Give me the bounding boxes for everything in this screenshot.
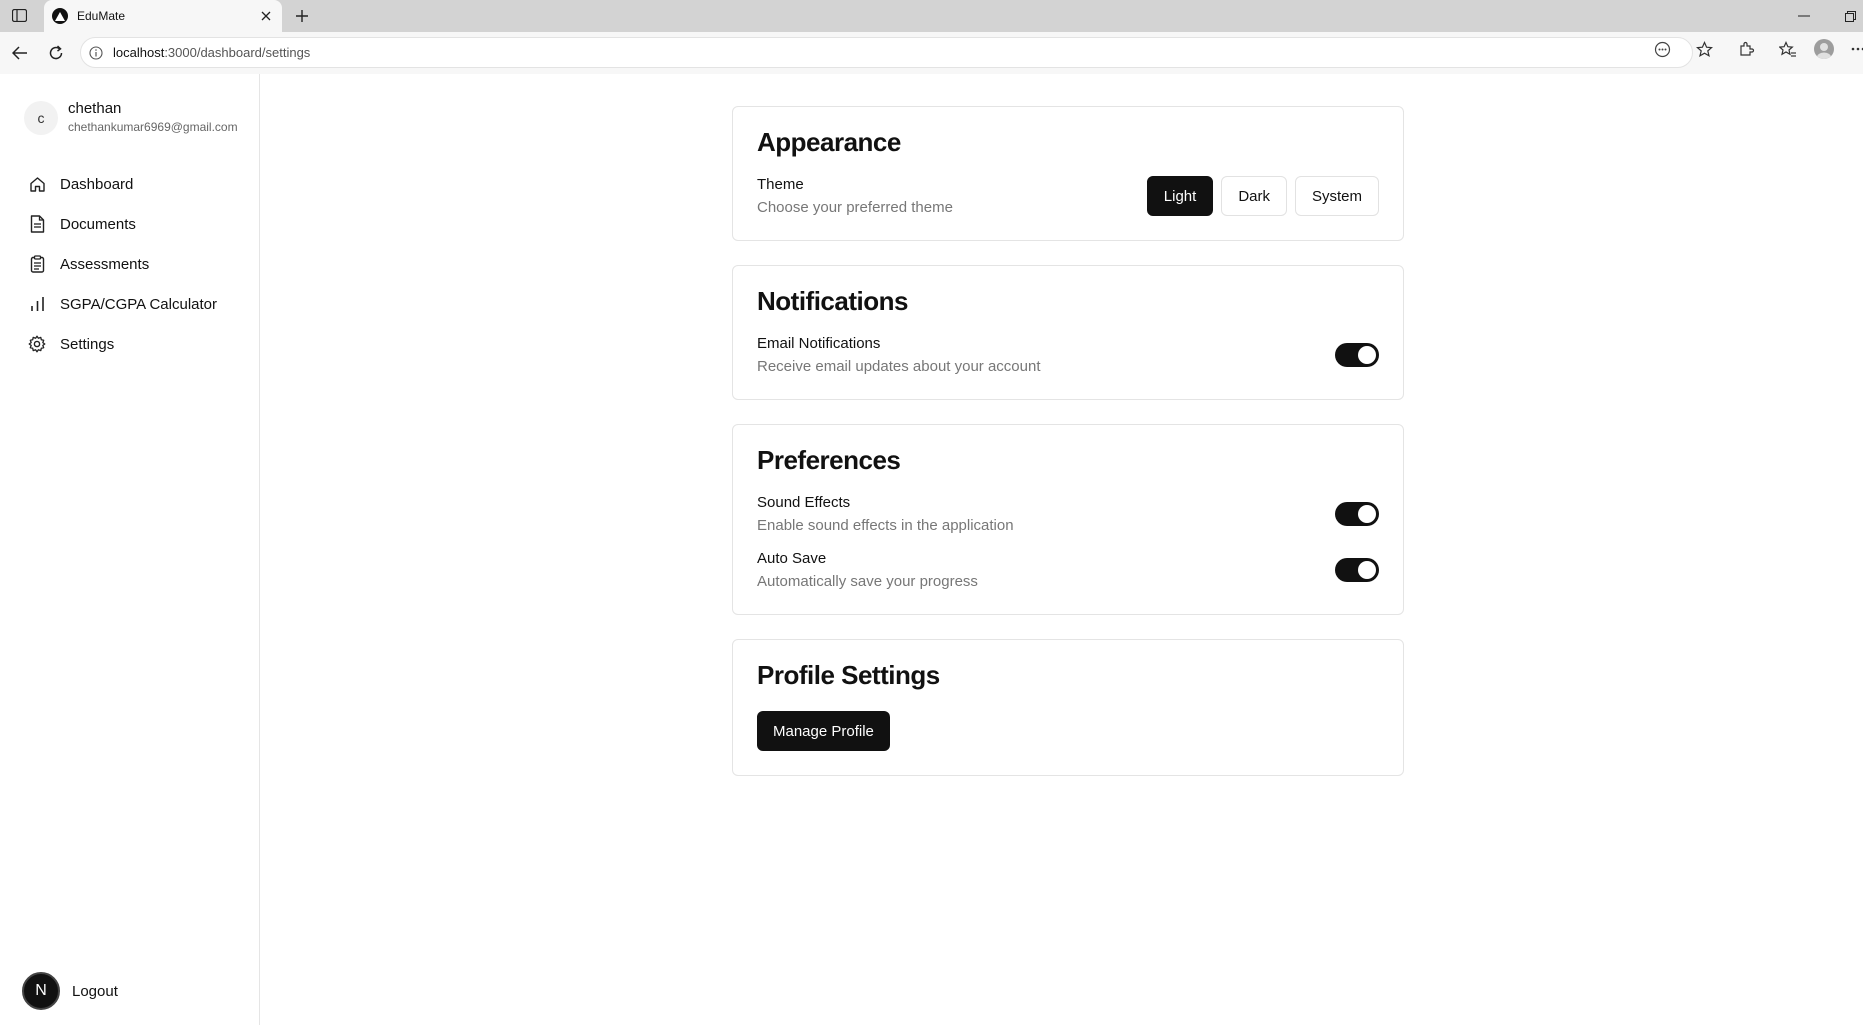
back-arrow-icon[interactable] — [10, 43, 30, 63]
appearance-card: Appearance Theme Choose your preferred t… — [732, 106, 1404, 241]
sound-effects-description: Enable sound effects in the application — [757, 517, 1014, 534]
auto-save-toggle[interactable] — [1335, 558, 1379, 582]
reader-mode-icon[interactable] — [1652, 39, 1672, 59]
auto-save-label: Auto Save — [757, 550, 827, 567]
bar-chart-icon — [28, 295, 46, 313]
sidebar-item-label: Settings — [60, 335, 115, 353]
email-notifications-description: Receive email updates about your account — [757, 358, 1041, 375]
sidebar-item-documents[interactable]: Documents — [22, 204, 252, 244]
user-name: chethan — [68, 100, 122, 117]
sidebar-item-label: Assessments — [60, 255, 150, 273]
profile-settings-title: Profile Settings — [757, 660, 940, 690]
sidebar-item-settings[interactable]: Settings — [22, 324, 252, 364]
settings-content: Appearance Theme Choose your preferred t… — [732, 106, 1404, 800]
sidebar-item-assessments[interactable]: Assessments — [22, 244, 252, 284]
auto-save-description: Automatically save your progress — [757, 573, 978, 590]
more-options-icon[interactable] — [1848, 39, 1863, 59]
url-host: localhost — [113, 45, 165, 60]
extensions-icon[interactable] — [1736, 39, 1756, 59]
new-tab-plus-icon[interactable] — [292, 6, 312, 26]
theme-selector: Light Dark System — [1146, 176, 1379, 216]
theme-dark-button[interactable]: Dark — [1221, 176, 1287, 216]
minimize-icon[interactable] — [1794, 6, 1814, 26]
clipboard-icon — [28, 255, 46, 273]
app-root: c chethan chethankumar6969@gmail.com Das… — [0, 74, 1863, 1025]
theme-label: Theme — [757, 176, 804, 193]
document-icon — [28, 215, 46, 233]
toggle-knob — [1358, 505, 1376, 523]
browser-address-bar: localhost:3000/dashboard/settings — [0, 32, 1863, 74]
favorites-list-icon[interactable] — [1778, 39, 1798, 59]
email-notifications-label: Email Notifications — [757, 335, 881, 352]
favorite-star-icon[interactable] — [1694, 39, 1714, 59]
theme-description: Choose your preferred theme — [757, 199, 953, 216]
reload-icon[interactable] — [46, 43, 66, 63]
sound-effects-label: Sound Effects — [757, 494, 851, 511]
sidebar-item-dashboard[interactable]: Dashboard — [22, 164, 252, 204]
gear-icon — [28, 335, 46, 353]
toggle-knob — [1358, 346, 1376, 364]
home-icon — [28, 175, 46, 193]
close-icon[interactable] — [256, 6, 276, 26]
manage-profile-button[interactable]: Manage Profile — [757, 711, 890, 751]
appearance-title: Appearance — [757, 127, 901, 157]
url-input[interactable]: localhost:3000/dashboard/settings — [80, 37, 1693, 68]
browser-tab[interactable]: EduMate — [44, 0, 282, 32]
sidebar: c chethan chethankumar6969@gmail.com Das… — [4, 74, 260, 1025]
tab-title: EduMate — [77, 9, 126, 23]
user-card: c chethan chethankumar6969@gmail.com — [24, 96, 238, 135]
profile-settings-card: Profile Settings Manage Profile — [732, 639, 1404, 776]
sidebar-nav: Dashboard Documents Assessments SGPA/CGP… — [22, 164, 252, 364]
url-text: localhost:3000/dashboard/settings — [113, 45, 310, 60]
logout-button[interactable]: N Logout — [22, 972, 118, 1010]
browser-tab-bar: EduMate — [0, 0, 1863, 32]
sidebar-item-label: Dashboard — [60, 175, 134, 193]
sound-effects-toggle[interactable] — [1335, 502, 1379, 526]
edumate-favicon-icon — [52, 8, 68, 24]
profile-avatar-icon[interactable] — [1814, 39, 1834, 59]
preferences-card: Preferences Sound Effects Enable sound e… — [732, 424, 1404, 615]
email-notifications-toggle[interactable] — [1335, 343, 1379, 367]
sidebar-item-label: Documents — [60, 215, 136, 233]
preferences-title: Preferences — [757, 445, 901, 475]
sidebar-toggle-icon[interactable] — [10, 7, 29, 24]
user-email: chethankumar6969@gmail.com — [68, 120, 238, 134]
sidebar-item-sgpa-calculator[interactable]: SGPA/CGPA Calculator — [22, 284, 252, 324]
theme-light-button[interactable]: Light — [1146, 176, 1214, 216]
logout-label: Logout — [72, 982, 118, 1000]
user-avatar: c — [24, 101, 58, 135]
restore-icon[interactable] — [1840, 6, 1860, 26]
info-icon[interactable] — [89, 45, 103, 60]
notifications-title: Notifications — [757, 286, 908, 316]
url-path: :3000/dashboard/settings — [164, 45, 311, 60]
theme-system-button[interactable]: System — [1294, 176, 1379, 216]
logout-avatar: N — [22, 972, 60, 1010]
notifications-card: Notifications Email Notifications Receiv… — [732, 265, 1404, 400]
sidebar-item-label: SGPA/CGPA Calculator — [60, 295, 218, 313]
toggle-knob — [1358, 561, 1376, 579]
